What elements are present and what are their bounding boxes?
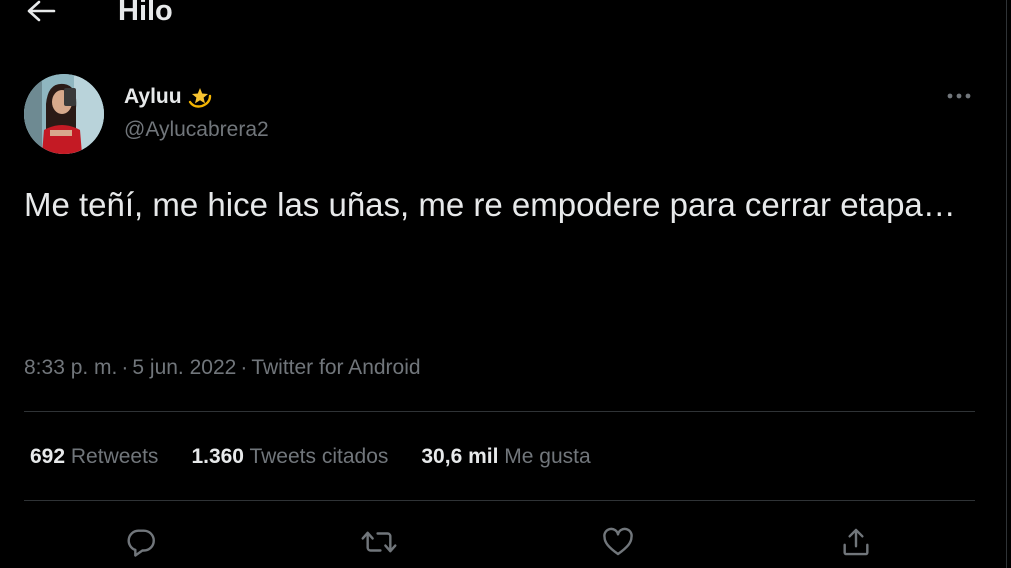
reply-button[interactable] bbox=[119, 520, 163, 564]
column-border bbox=[1006, 0, 1007, 568]
header: Hilo bbox=[0, 0, 1000, 32]
avatar-photo bbox=[24, 74, 104, 154]
more-horizontal-icon bbox=[946, 92, 972, 100]
page-title: Hilo bbox=[118, 0, 173, 27]
tweet-actions-bar bbox=[0, 520, 1000, 564]
meta-separator: · bbox=[240, 356, 248, 379]
share-icon bbox=[839, 525, 873, 559]
divider bbox=[24, 411, 975, 412]
heart-icon bbox=[600, 525, 636, 559]
retweets-stat[interactable]: 692 Retweets bbox=[30, 443, 158, 471]
quotes-stat[interactable]: 1.360 Tweets citados bbox=[191, 443, 388, 471]
more-options-button[interactable] bbox=[940, 82, 978, 110]
tweet-metadata: 8:33 p. m. · 5 jun. 2022 · Twitter for Andro… bbox=[24, 354, 421, 382]
meta-separator: · bbox=[121, 356, 129, 379]
likes-count: 30,6 mil bbox=[421, 445, 499, 468]
author-name-row[interactable]: Ayluu bbox=[124, 84, 214, 110]
arrow-left-icon bbox=[26, 0, 56, 23]
retweet-button[interactable] bbox=[357, 520, 401, 564]
tweet-date[interactable]: 5 jun. 2022 bbox=[132, 356, 236, 379]
share-button[interactable] bbox=[834, 520, 878, 564]
dizzy-star-emoji-icon bbox=[186, 84, 214, 110]
quotes-count: 1.360 bbox=[191, 445, 244, 468]
tweet-time[interactable]: 8:33 p. m. bbox=[24, 356, 117, 379]
tweet-text: Me teñí, me hice las uñas, me re empoder… bbox=[24, 186, 956, 223]
avatar[interactable] bbox=[24, 74, 104, 154]
author-display-name[interactable]: Ayluu bbox=[124, 84, 182, 110]
author-handle[interactable]: @Aylucabrera2 bbox=[124, 117, 269, 143]
retweets-count: 692 bbox=[30, 445, 66, 468]
tweet-source[interactable]: Twitter for Android bbox=[251, 356, 420, 379]
likes-stat[interactable]: 30,6 mil Me gusta bbox=[421, 443, 590, 471]
retweet-icon bbox=[360, 525, 398, 559]
reply-icon bbox=[124, 525, 158, 559]
likes-label: Me gusta bbox=[504, 445, 591, 468]
back-button[interactable] bbox=[24, 0, 58, 26]
divider bbox=[24, 500, 975, 501]
like-button[interactable] bbox=[596, 520, 640, 564]
retweets-label: Retweets bbox=[70, 445, 159, 468]
tweet-stats: 692 Retweets 1.360 Tweets citados 30,6 m… bbox=[30, 443, 591, 471]
tweet-detail-page: Hilo Ayluu @Aylucabrera2 Me teñí, me hic… bbox=[0, 0, 1011, 568]
quotes-label: Tweets citados bbox=[249, 445, 389, 468]
